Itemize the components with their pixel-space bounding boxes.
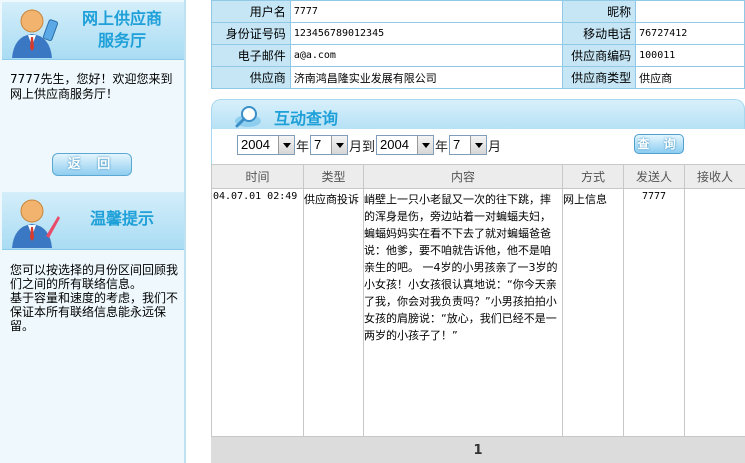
row-method: 网上信息 xyxy=(562,188,624,436)
results-header-row: 时间 类型 内容 方式 发送人 接收人 xyxy=(211,164,745,189)
id-number-value: 123456789012345 xyxy=(289,22,564,45)
column-header-time[interactable]: 时间 xyxy=(211,164,304,189)
query-header: 互动查询 xyxy=(211,99,745,129)
email-label: 电子邮件 xyxy=(211,44,291,67)
tips-paragraph-1: 您可以按选择的月份区间回顾我们之间的所有联络信息。 xyxy=(10,263,179,291)
row-type: 供应商投诉 xyxy=(303,188,364,436)
from-year-dropdown-icon[interactable] xyxy=(278,136,294,154)
tips-person-icon xyxy=(12,199,60,248)
magnifier-icon xyxy=(235,106,261,128)
to-year-unit: 年 xyxy=(435,139,449,155)
column-header-method[interactable]: 方式 xyxy=(562,164,624,189)
results-table: 时间 类型 内容 方式 发送人 接收人 04.07.01 02:49 供应商投诉… xyxy=(211,164,745,436)
back-button[interactable]: 返 回 xyxy=(52,153,132,176)
supplier-type-value: 供应商 xyxy=(635,66,745,89)
supplier-value: 济南鸿昌隆实业发展有限公司 xyxy=(289,66,564,89)
tips-header: 温馨提示 xyxy=(2,192,184,250)
tips-text: 您可以按选择的月份区间回顾我们之间的所有联络信息。 基于容量和速度的考虑，我们不… xyxy=(10,263,182,333)
to-year-dropdown-icon[interactable] xyxy=(417,136,434,154)
to-month-unit: 月 xyxy=(488,139,502,155)
nickname-label: 昵称 xyxy=(562,0,637,23)
supplier-type-label: 供应商类型 xyxy=(562,66,637,89)
username-label: 用户名 xyxy=(211,0,291,23)
id-number-label: 身份证号码 xyxy=(211,22,291,45)
nickname-value xyxy=(635,0,745,23)
from-year-select[interactable]: 2004 xyxy=(237,135,295,155)
to-year-select[interactable]: 2004 xyxy=(376,135,435,155)
tips-paragraph-2: 基于容量和速度的考虑，我们不保证本所有联络信息能永远保留。 xyxy=(10,291,179,333)
from-month-value: 7 xyxy=(314,137,322,152)
welcome-text: 7777先生，您好！欢迎您来到网上供应商服务厅！ xyxy=(10,72,173,101)
service-hall-header: 网上供应商 服务厅 xyxy=(2,2,184,60)
from-month-select[interactable]: 7 xyxy=(310,135,349,155)
supplier-code-value: 100011 xyxy=(635,44,745,67)
user-info-table: 用户名 7777 昵称 身份证号码 123456789012345 移动电话 7… xyxy=(211,0,745,89)
row-content: 峭壁上一只小老鼠又一次的往下跳，摔的浑身是伤，旁边站着一对蝙蝠夫妇，蝙蝠妈妈实在… xyxy=(363,188,563,436)
supplier-label: 供应商 xyxy=(211,66,291,89)
column-header-sender[interactable]: 发送人 xyxy=(623,164,685,189)
service-hall-title: 网上供应商 服务厅 xyxy=(64,8,180,52)
supplier-code-label: 供应商编码 xyxy=(562,44,637,67)
from-month-dropdown-icon[interactable] xyxy=(331,136,348,154)
query-button[interactable]: 查 询 xyxy=(634,134,684,154)
page-number-link[interactable]: 1 xyxy=(473,443,482,458)
date-range-filter: 2004 年 7 月到 2004 年 7 月 xyxy=(237,135,502,155)
table-row[interactable]: 04.07.01 02:49 供应商投诉 峭壁上一只小老鼠又一次的往下跳，摔的浑… xyxy=(211,188,745,436)
service-hall-title-line2: 服务厅 xyxy=(97,31,146,50)
mobile-value: 76727412 xyxy=(635,22,745,45)
username-value: 7777 xyxy=(289,0,564,23)
pagination: 1 xyxy=(211,436,745,463)
to-year-value: 2004 xyxy=(380,137,409,152)
to-month-select[interactable]: 7 xyxy=(449,135,488,155)
service-hall-title-line1: 网上供应商 xyxy=(81,9,162,28)
query-title: 互动查询 xyxy=(274,109,339,128)
from-month-unit: 月到 xyxy=(349,139,376,155)
from-year-value: 2004 xyxy=(241,137,270,152)
customer-service-person-icon xyxy=(12,9,59,58)
row-receiver xyxy=(684,188,745,436)
column-header-receiver[interactable]: 接收人 xyxy=(684,164,745,189)
column-header-type[interactable]: 类型 xyxy=(303,164,364,189)
column-header-content[interactable]: 内容 xyxy=(363,164,563,189)
to-month-dropdown-icon[interactable] xyxy=(470,136,487,154)
to-month-value: 7 xyxy=(453,137,461,152)
row-sender: 7777 xyxy=(623,188,685,436)
row-time: 04.07.01 02:49 xyxy=(211,188,304,436)
sidebar: 网上供应商 服务厅 7777先生，您好！欢迎您来到网上供应商服务厅！ 返 回 温… xyxy=(0,0,186,463)
from-year-unit: 年 xyxy=(296,139,310,155)
email-value: a@a.com xyxy=(289,44,564,67)
tips-title: 温馨提示 xyxy=(89,209,154,228)
mobile-label: 移动电话 xyxy=(562,22,637,45)
